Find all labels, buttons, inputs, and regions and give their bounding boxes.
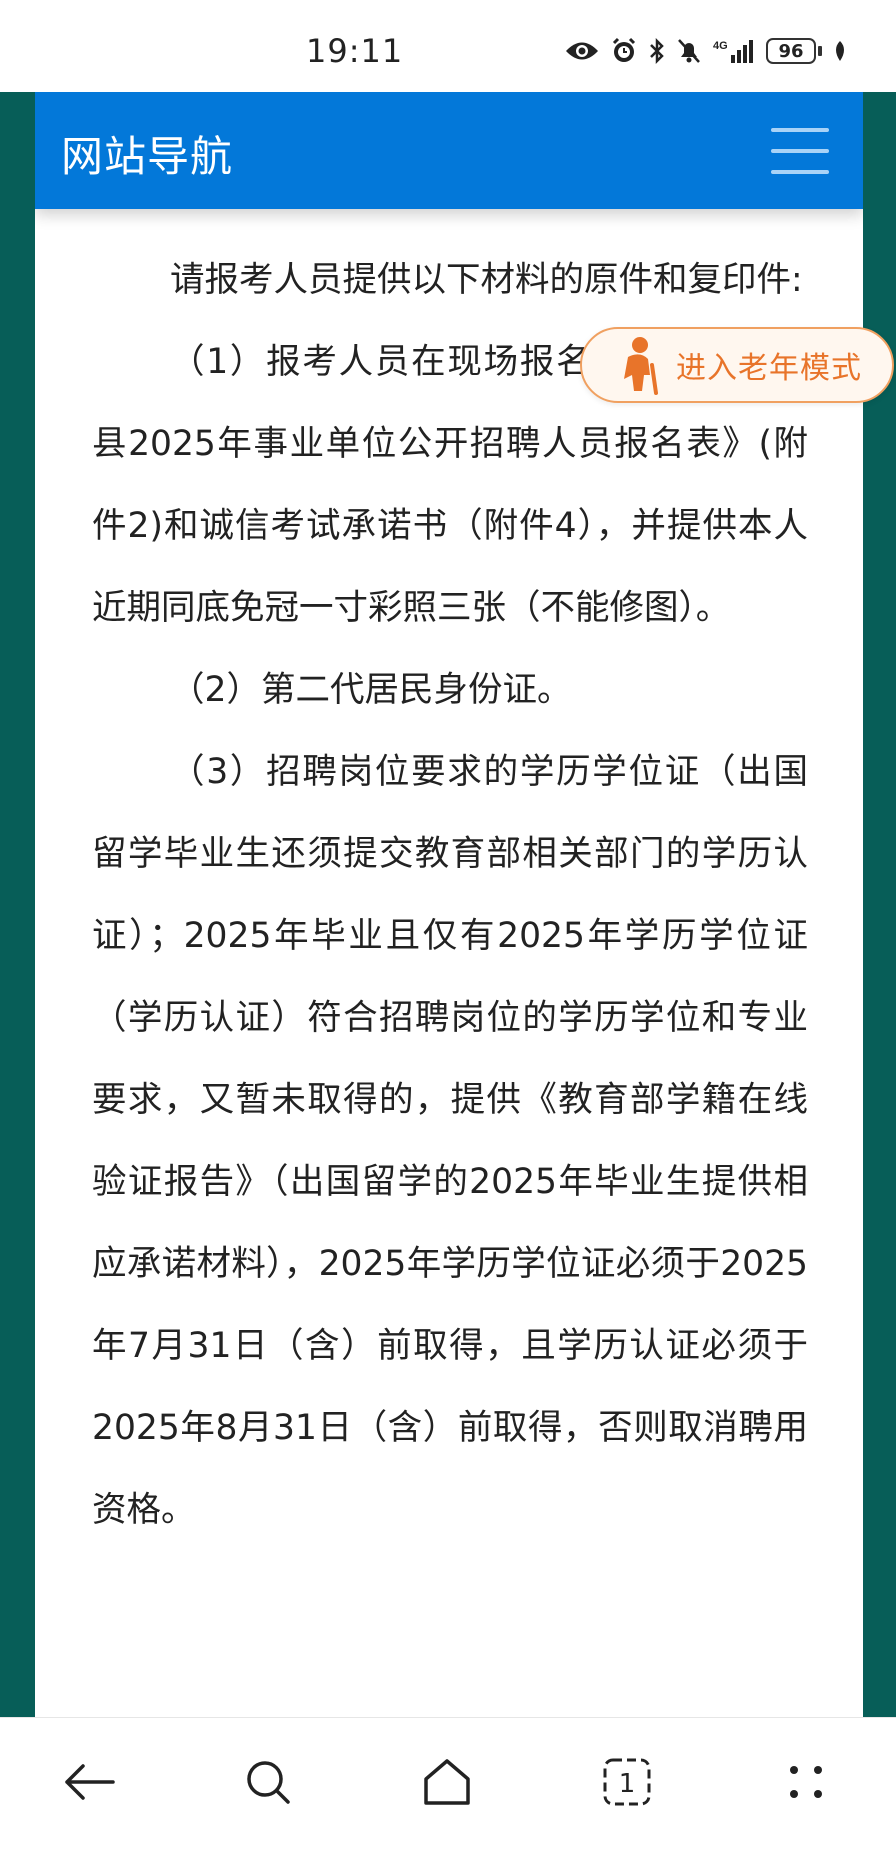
article-paragraph: 请报考人员提供以下材料的原件和复印件: <box>170 260 803 300</box>
site-title[interactable]: 网站导航 <box>61 123 233 184</box>
elder-mode-label: 进入老年模式 <box>676 351 862 386</box>
eye-icon <box>564 38 600 64</box>
home-icon[interactable] <box>417 1752 477 1812</box>
status-time: 19:11 <box>306 32 404 70</box>
svg-text:4G: 4G <box>713 40 728 52</box>
hamburger-menu-icon[interactable] <box>771 128 829 174</box>
alarm-icon <box>610 37 638 65</box>
status-bar: 19:11 4G 96 <box>0 0 896 92</box>
article-paragraph: （2）第二代居民身份证。 <box>170 670 572 710</box>
article-body: 请报考人员提供以下材料的原件和复印件: （1）报考人员在现场报名时填写《岳阳县2… <box>92 239 808 1551</box>
status-icons: 4G 96 <box>564 34 848 68</box>
back-arrow-icon[interactable] <box>59 1752 119 1812</box>
article-paragraph: （3）招聘岗位要求的学历学位证（出国留学毕业生还须提交教育部相关部门的学历认证）… <box>92 752 808 1530</box>
signal-icon: 4G <box>712 37 756 65</box>
battery-icon: 96 <box>766 38 822 64</box>
elder-mode-button[interactable]: 进入老年模式 <box>580 327 894 403</box>
bottom-nav-bar: 1 <box>0 1717 896 1849</box>
mute-icon <box>676 37 702 65</box>
bluetooth-icon <box>648 37 666 65</box>
leaf-icon <box>832 39 848 63</box>
search-icon[interactable] <box>238 1752 298 1812</box>
more-dots-icon[interactable] <box>776 1752 836 1812</box>
site-header: 网站导航 <box>35 92 863 209</box>
battery-level: 96 <box>766 38 816 64</box>
elderly-person-icon <box>624 337 658 395</box>
tabs-icon[interactable]: 1 <box>597 1752 657 1812</box>
tab-count: 1 <box>619 1769 636 1799</box>
